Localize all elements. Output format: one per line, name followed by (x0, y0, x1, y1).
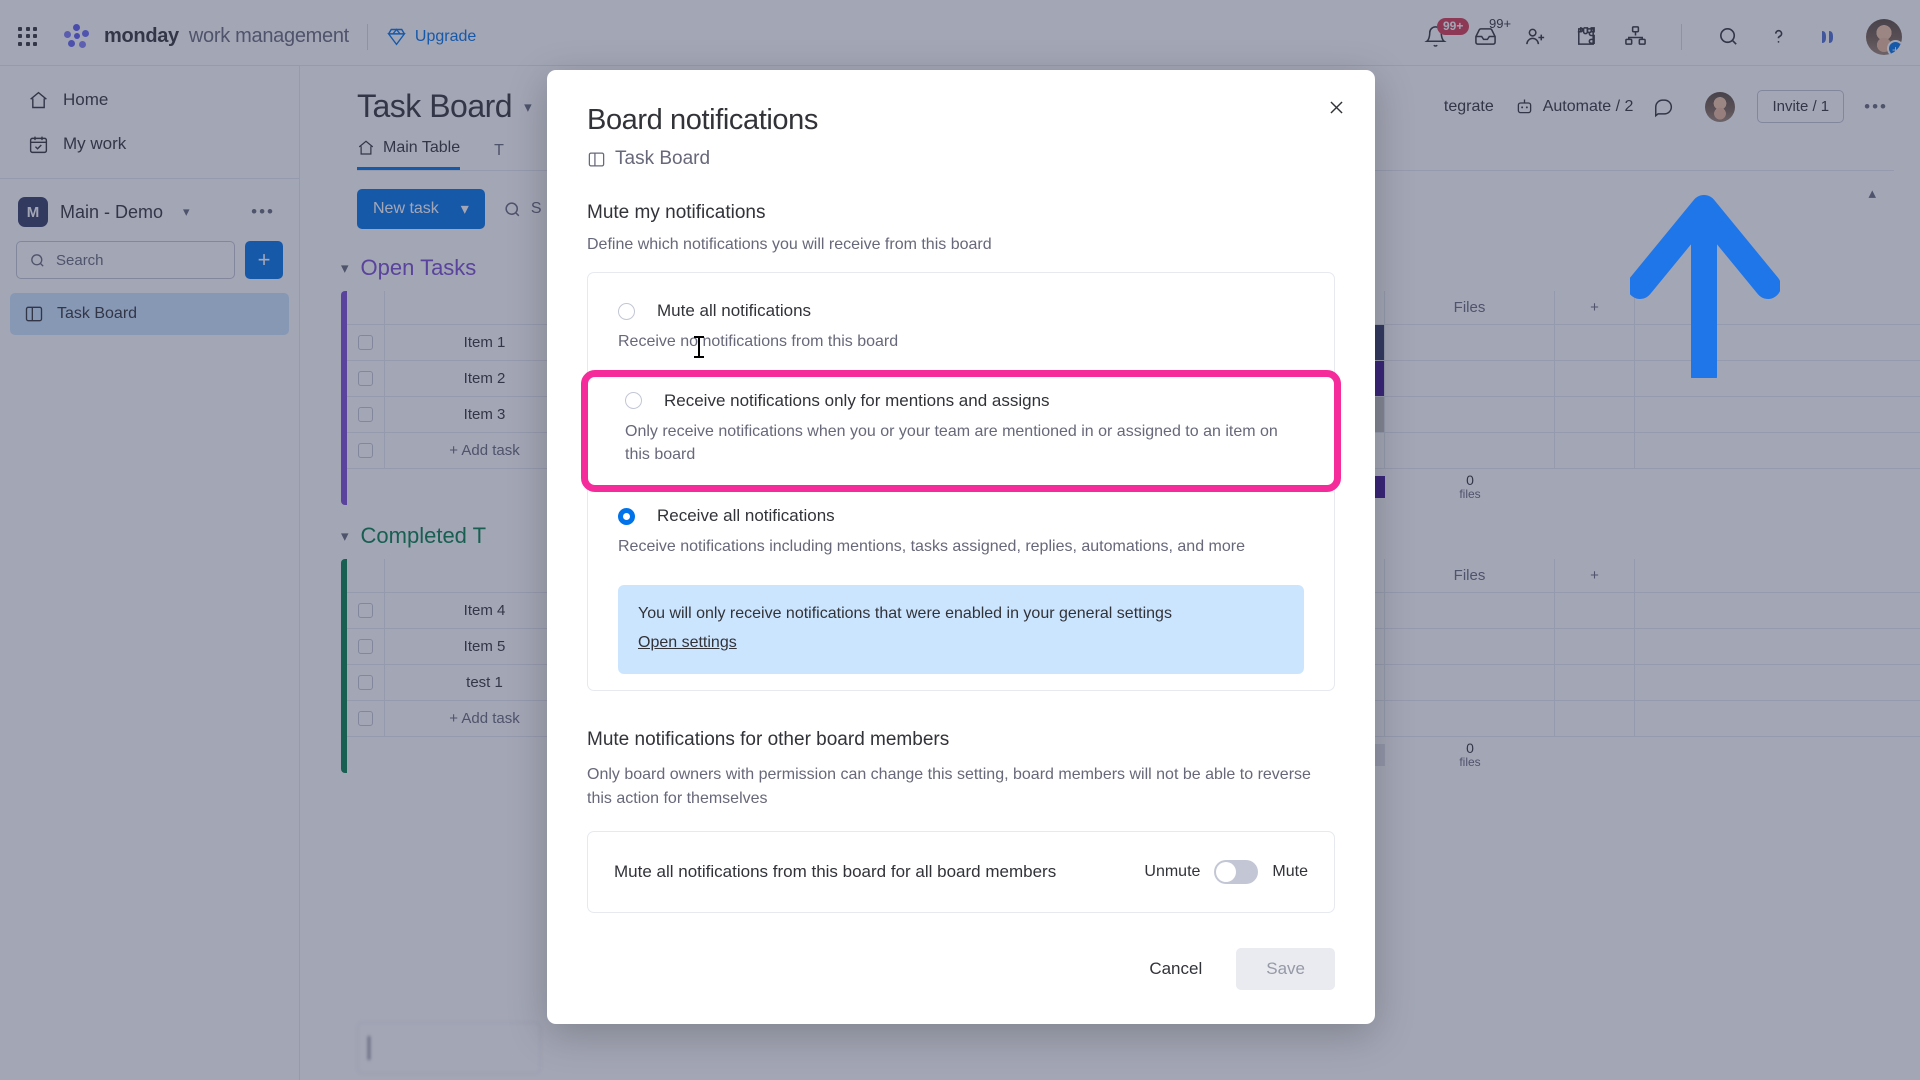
modal-subtitle-label: Task Board (615, 148, 711, 169)
save-button[interactable]: Save (1236, 948, 1335, 990)
text-cursor (694, 336, 704, 358)
modal-title: Board notifications (587, 104, 818, 136)
radio-mentions-and-assigns[interactable] (625, 392, 642, 410)
section-mute-other-members-title: Mute notifications for other board membe… (587, 728, 950, 750)
mute-toggle[interactable] (1214, 859, 1259, 884)
section-mute-my-notifications-title: Mute my notifications (587, 202, 766, 223)
option-label: Receive all notifications (657, 506, 835, 526)
option-mentions-and-assigns[interactable]: Receive notifications only for mentions … (581, 369, 1341, 493)
section-mute-my-notifications-description: Define which notifications you will rece… (587, 236, 992, 253)
general-settings-note: You will only receive notifications that… (618, 584, 1304, 674)
toggle-on-label: Mute (1272, 862, 1308, 880)
option-description: Receive notifications including mentions… (618, 538, 1245, 556)
modal-footer: Cancel Save (1133, 948, 1335, 990)
option-description: Receive no notifications from this board (618, 333, 899, 350)
open-settings-link[interactable]: Open settings (638, 634, 737, 652)
board-icon (588, 152, 605, 166)
radio-mute-all-notifications[interactable] (618, 302, 635, 320)
option-label: Receive notifications only for mentions … (664, 390, 1050, 410)
mute-all-members-card: Mute all notifications from this board f… (587, 830, 1335, 913)
close-icon (1329, 100, 1343, 114)
option-description: Only receive notifications when you or y… (625, 422, 1278, 464)
modal-subtitle: Task Board (587, 148, 1335, 170)
board-notifications-modal: Board notifications Task Board Mute my n… (547, 70, 1375, 1024)
mute-all-members-label: Mute all notifications from this board f… (614, 861, 1057, 881)
cancel-button[interactable]: Cancel (1133, 949, 1218, 989)
toggle-off-label: Unmute (1144, 862, 1201, 880)
option-receive-all-notifications[interactable]: Receive all notifications Receive notifi… (588, 498, 1334, 569)
section-mute-other-members-description: Only board owners with permission can ch… (587, 765, 1311, 807)
notification-options-card: Mute all notifications Receive no notifi… (581, 272, 1341, 691)
note-text: You will only receive notifications that… (638, 604, 1172, 622)
close-button[interactable] (1319, 90, 1353, 124)
option-label: Mute all notifications (657, 301, 812, 320)
modal-overlay: Board notifications Task Board Mute my n… (0, 0, 1920, 1080)
radio-receive-all-notifications[interactable] (618, 507, 635, 525)
toggle-knob (1216, 861, 1237, 882)
